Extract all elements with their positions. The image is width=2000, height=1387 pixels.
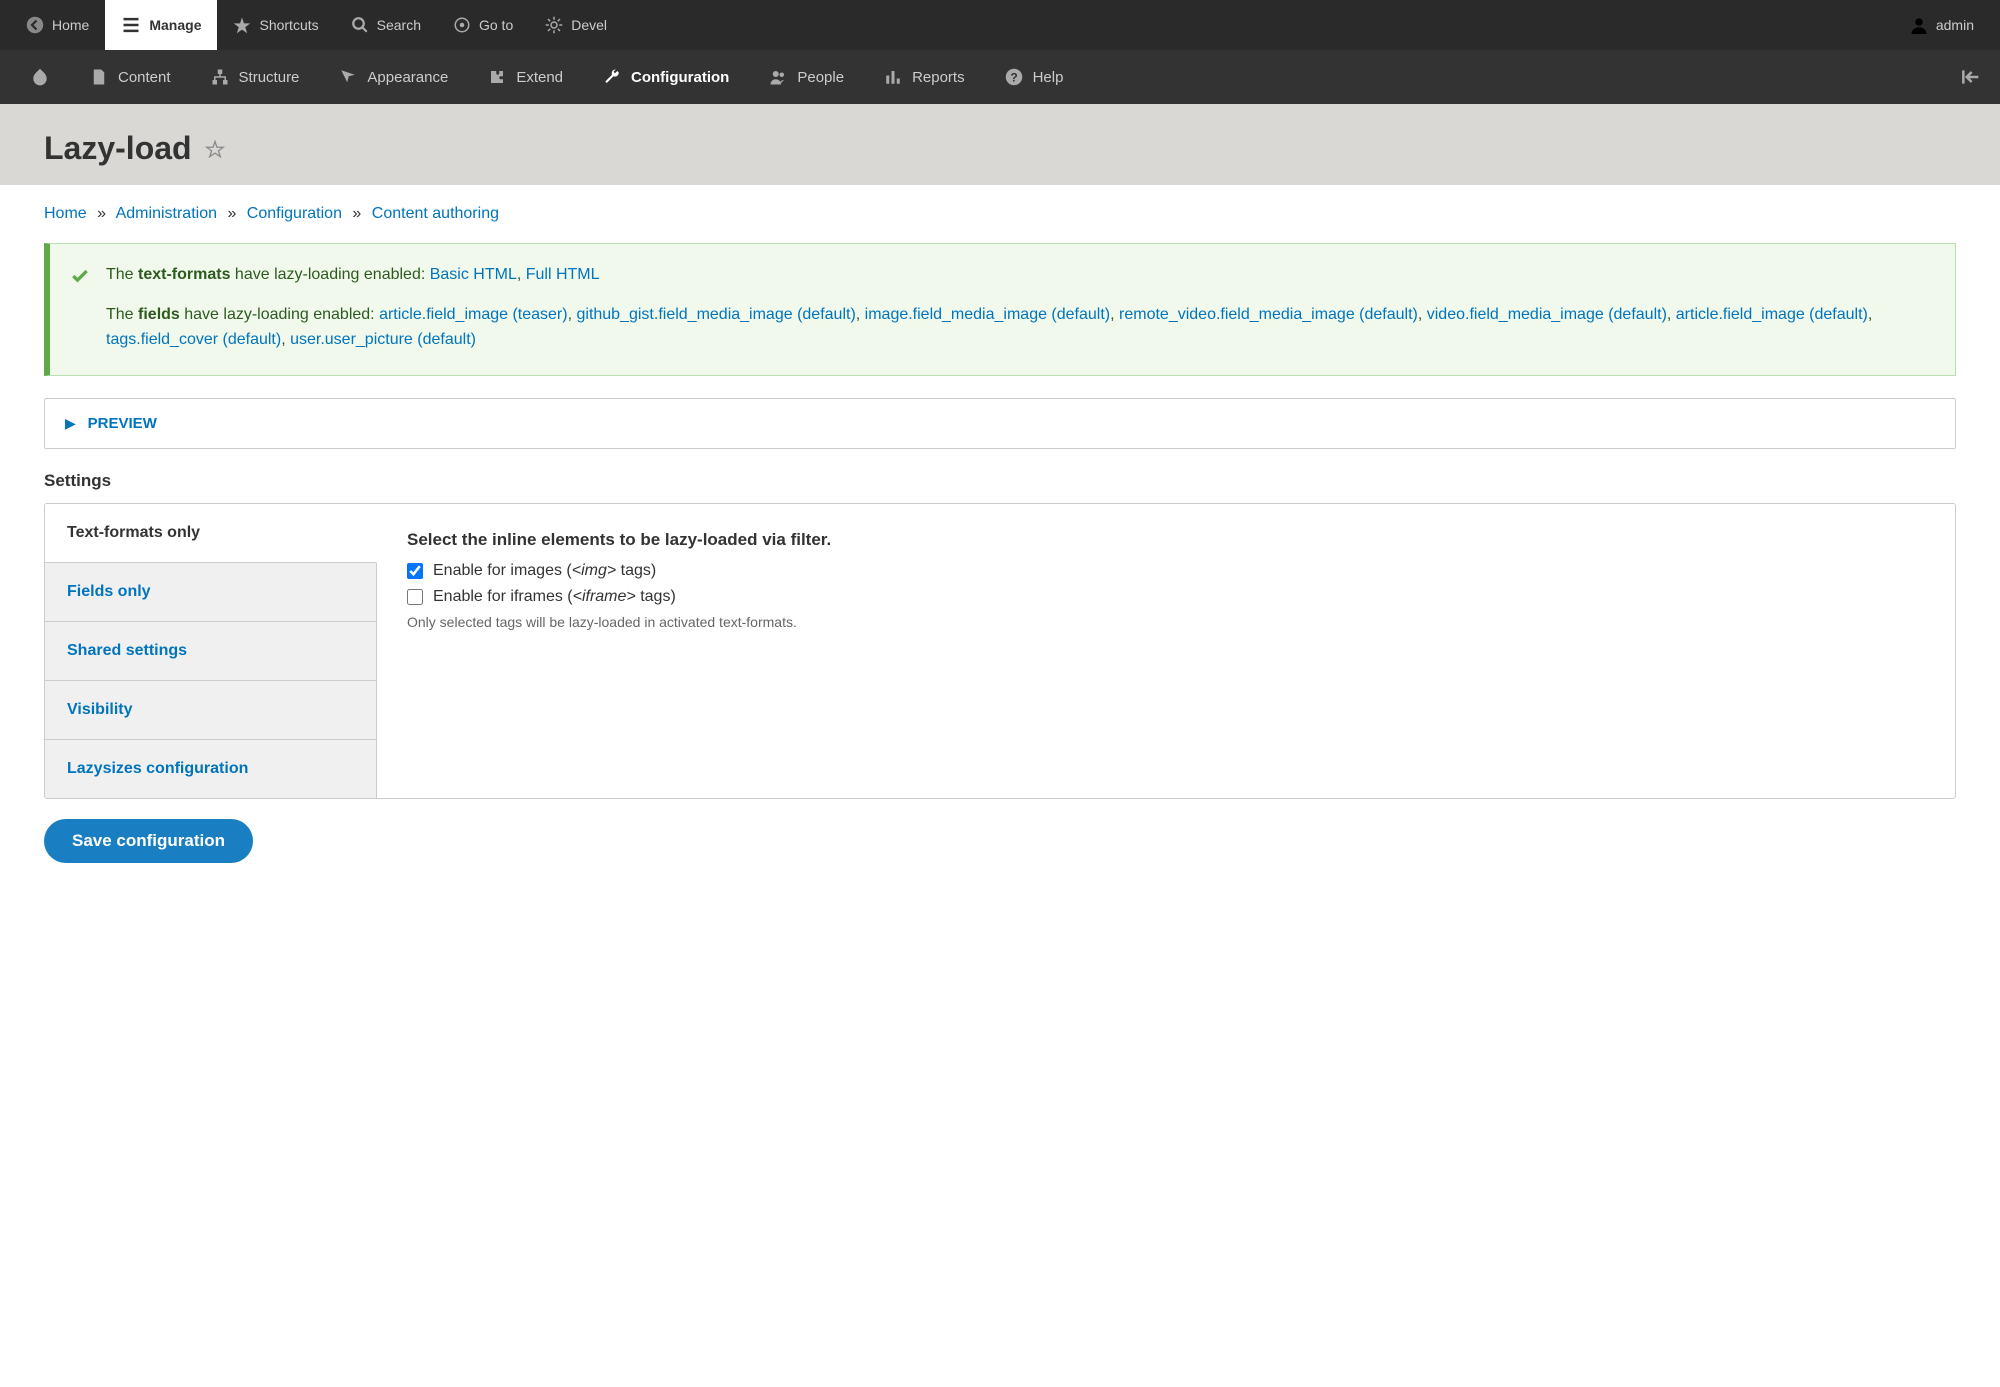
status-link[interactable]: github_gist.field_media_image (default) bbox=[576, 306, 855, 323]
breadcrumb-admin[interactable]: Administration bbox=[116, 205, 217, 222]
sub-appearance[interactable]: Appearance bbox=[319, 50, 468, 104]
sub-appearance-label: Appearance bbox=[367, 69, 448, 86]
sub-structure[interactable]: Structure bbox=[191, 50, 320, 104]
checkbox-iframes-row[interactable]: Enable for iframes (<iframe> tags) bbox=[407, 588, 1925, 606]
sub-content[interactable]: Content bbox=[70, 50, 191, 104]
wrench-icon bbox=[603, 68, 621, 86]
toolbar-manage[interactable]: Manage bbox=[105, 0, 217, 50]
status-link[interactable]: user.user_picture (default) bbox=[290, 331, 476, 348]
checkbox-images-label: Enable for images (<img> tags) bbox=[433, 562, 656, 580]
status-message: The text-formats have lazy-loading enabl… bbox=[44, 243, 1956, 376]
reports-icon bbox=[884, 68, 902, 86]
status-link[interactable]: Full HTML bbox=[526, 266, 600, 283]
toolbar-shortcuts-label: Shortcuts bbox=[259, 17, 318, 33]
vtab-visibility[interactable]: Visibility bbox=[45, 681, 376, 740]
status-link[interactable]: remote_video.field_media_image (default) bbox=[1119, 306, 1418, 323]
toolbar-user-label: admin bbox=[1936, 17, 1974, 33]
sub-configuration-label: Configuration bbox=[631, 69, 729, 86]
breadcrumb-config[interactable]: Configuration bbox=[247, 205, 342, 222]
sub-drupal[interactable] bbox=[10, 50, 70, 104]
toolbar-goto-label: Go to bbox=[479, 17, 513, 33]
target-icon bbox=[453, 16, 471, 34]
vtab-shared[interactable]: Shared settings bbox=[45, 622, 376, 681]
search-icon bbox=[351, 16, 369, 34]
structure-icon bbox=[211, 68, 229, 86]
sub-reports[interactable]: Reports bbox=[864, 50, 985, 104]
user-icon bbox=[1910, 16, 1928, 34]
status-link[interactable]: video.field_media_image (default) bbox=[1427, 306, 1667, 323]
toolbar-home[interactable]: Home bbox=[10, 0, 105, 50]
message-line-formats: The text-formats have lazy-loading enabl… bbox=[106, 262, 1933, 288]
sub-help[interactable]: ? Help bbox=[985, 50, 1084, 104]
sub-extend[interactable]: Extend bbox=[468, 50, 583, 104]
back-icon bbox=[26, 16, 44, 34]
toolbar-user[interactable]: admin bbox=[1894, 0, 1990, 50]
title-region: Lazy-load bbox=[0, 104, 2000, 185]
preview-details[interactable]: ▶ PREVIEW bbox=[44, 398, 1956, 449]
toolbar-search-label: Search bbox=[377, 17, 421, 33]
puzzle-icon bbox=[488, 68, 506, 86]
vtab-fields-only[interactable]: Fields only bbox=[45, 563, 376, 622]
sub-help-label: Help bbox=[1033, 69, 1064, 86]
vertical-tabs: Text-formats only Fields only Shared set… bbox=[44, 503, 1956, 799]
status-link[interactable]: image.field_media_image (default) bbox=[865, 306, 1110, 323]
vtabs-menu: Text-formats only Fields only Shared set… bbox=[45, 504, 377, 798]
appearance-icon bbox=[339, 68, 357, 86]
sub-configuration[interactable]: Configuration bbox=[583, 50, 749, 104]
toolbar-search[interactable]: Search bbox=[335, 0, 437, 50]
page-title: Lazy-load bbox=[44, 130, 192, 167]
sub-reports-label: Reports bbox=[912, 69, 965, 86]
status-link[interactable]: article.field_image (default) bbox=[1676, 306, 1868, 323]
svg-text:?: ? bbox=[1010, 71, 1017, 85]
content-region: Home » Administration » Configuration » … bbox=[0, 185, 2000, 903]
section-title: Select the inline elements to be lazy-lo… bbox=[407, 530, 1925, 550]
toolbar-shortcuts[interactable]: Shortcuts bbox=[217, 0, 334, 50]
file-icon bbox=[90, 68, 108, 86]
vtabs-content: Select the inline elements to be lazy-lo… bbox=[377, 504, 1955, 798]
sub-content-label: Content bbox=[118, 69, 171, 86]
vtab-lazysizes[interactable]: Lazysizes configuration bbox=[45, 740, 376, 798]
status-link[interactable]: Basic HTML bbox=[430, 266, 517, 283]
collapse-icon bbox=[1960, 67, 1980, 87]
sub-collapse[interactable] bbox=[1950, 50, 1990, 104]
toolbar-manage-label: Manage bbox=[149, 17, 201, 33]
sub-structure-label: Structure bbox=[239, 69, 300, 86]
toolbar-goto[interactable]: Go to bbox=[437, 0, 529, 50]
checkbox-images-row[interactable]: Enable for images (<img> tags) bbox=[407, 562, 1925, 580]
breadcrumb: Home » Administration » Configuration » … bbox=[44, 205, 1956, 223]
sub-people-label: People bbox=[797, 69, 844, 86]
toolbar-devel[interactable]: Devel bbox=[529, 0, 623, 50]
save-button[interactable]: Save configuration bbox=[44, 819, 253, 863]
toolbar-sub: Content Structure Appearance Extend Conf… bbox=[0, 50, 2000, 104]
toolbar-top: Home Manage Shortcuts Search Go to Devel… bbox=[0, 0, 2000, 50]
checkbox-iframes-label: Enable for iframes (<iframe> tags) bbox=[433, 588, 676, 606]
gear-icon bbox=[545, 16, 563, 34]
help-icon: ? bbox=[1005, 68, 1023, 86]
vtab-text-formats[interactable]: Text-formats only bbox=[45, 504, 377, 563]
star-icon bbox=[233, 16, 251, 34]
breadcrumb-authoring[interactable]: Content authoring bbox=[372, 205, 499, 222]
sub-people[interactable]: People bbox=[749, 50, 864, 104]
drupal-icon bbox=[30, 67, 50, 87]
description-text: Only selected tags will be lazy-loaded i… bbox=[407, 614, 1925, 630]
check-icon bbox=[70, 266, 90, 295]
favorite-star-icon[interactable] bbox=[205, 139, 225, 162]
breadcrumb-home[interactable]: Home bbox=[44, 205, 87, 222]
preview-label: PREVIEW bbox=[88, 415, 157, 432]
toolbar-devel-label: Devel bbox=[571, 17, 607, 33]
status-link[interactable]: article.field_image (teaser) bbox=[379, 306, 568, 323]
expand-triangle-icon: ▶ bbox=[65, 415, 76, 431]
sub-extend-label: Extend bbox=[516, 69, 563, 86]
status-link[interactable]: tags.field_cover (default) bbox=[106, 331, 281, 348]
message-line-fields: The fields have lazy-loading enabled: ar… bbox=[106, 302, 1933, 353]
checkbox-images[interactable] bbox=[407, 563, 423, 579]
hamburger-icon bbox=[121, 15, 141, 35]
toolbar-home-label: Home bbox=[52, 17, 89, 33]
checkbox-iframes[interactable] bbox=[407, 589, 423, 605]
people-icon bbox=[769, 68, 787, 86]
settings-heading: Settings bbox=[44, 471, 1956, 491]
